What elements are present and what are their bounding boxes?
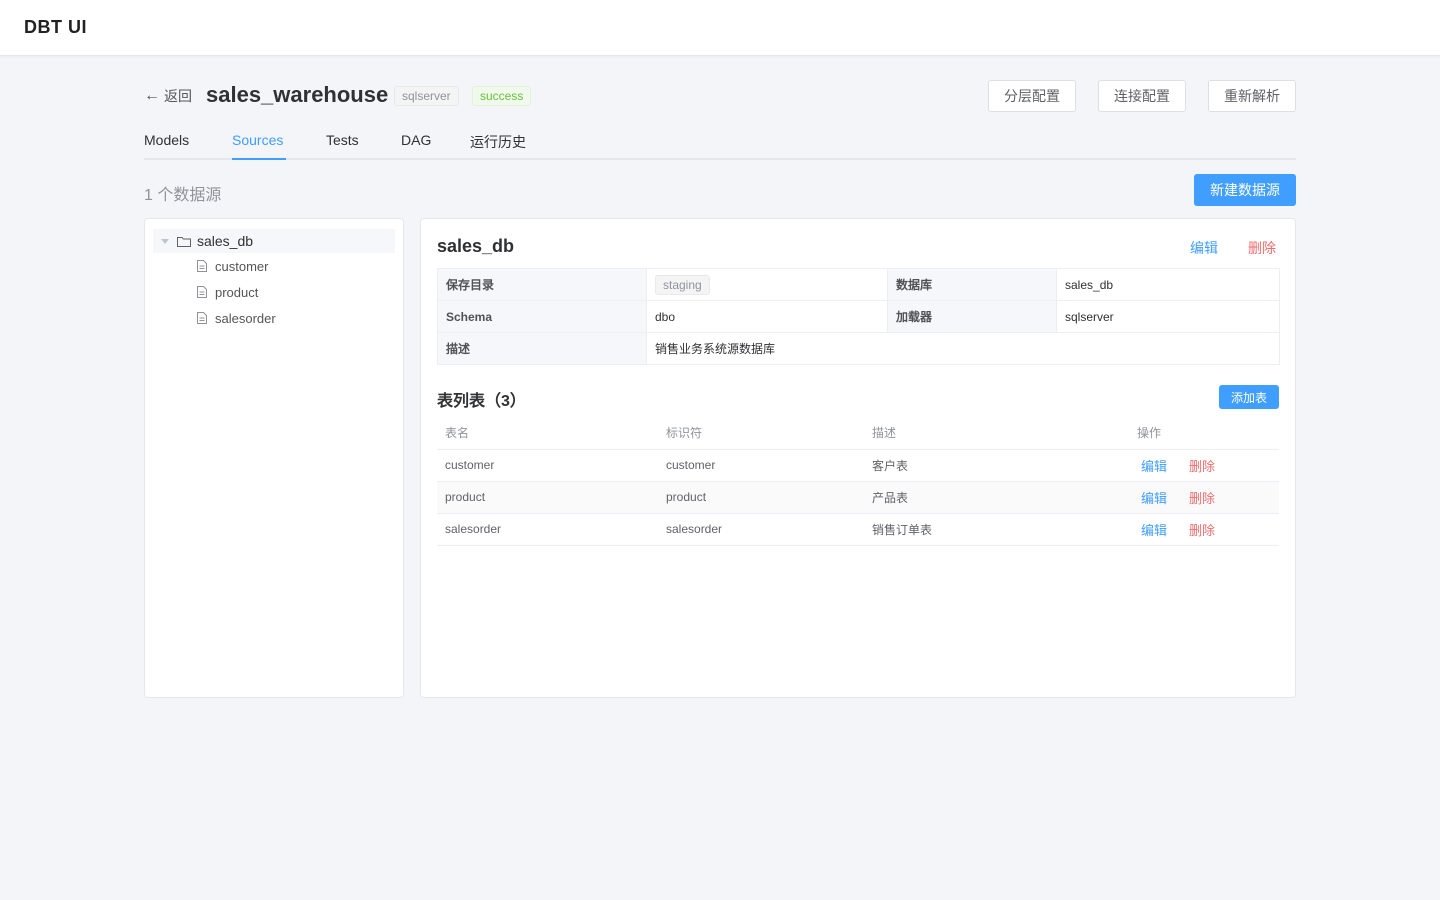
- description-value: 销售业务系统源数据库: [646, 332, 1280, 365]
- edit-row-button[interactable]: 编辑: [1141, 491, 1167, 506]
- table-header-row: 表名 标识符 描述 操作: [437, 417, 1279, 450]
- cell-identifier: customer: [658, 449, 864, 482]
- source-tree-panel: sales_db customer product salesorder: [144, 218, 404, 698]
- reparse-button[interactable]: 重新解析: [1208, 80, 1296, 112]
- database-value: sales_db: [1056, 268, 1280, 301]
- table-row: product product 产品表 编辑 删除: [437, 481, 1279, 514]
- table-row: customer customer 客户表 编辑 删除: [437, 449, 1279, 482]
- connection-config-button[interactable]: 连接配置: [1098, 80, 1186, 112]
- cell-description: 产品表: [864, 481, 1129, 514]
- edit-row-button[interactable]: 编辑: [1141, 523, 1167, 538]
- add-table-button[interactable]: 添加表: [1219, 385, 1279, 409]
- source-count: 1 个数据源: [144, 187, 222, 204]
- source-tables-table: 表名 标识符 描述 操作 customer customer 客户表 编辑 删除 …: [437, 417, 1279, 546]
- new-source-button[interactable]: 新建数据源: [1194, 174, 1296, 206]
- delete-source-button[interactable]: 删除: [1248, 238, 1276, 258]
- delete-row-button[interactable]: 删除: [1189, 459, 1215, 474]
- file-icon: [197, 286, 207, 298]
- cell-description: 客户表: [864, 449, 1129, 482]
- tab-tests[interactable]: Tests: [326, 132, 359, 160]
- layer-config-button[interactable]: 分层配置: [988, 80, 1076, 112]
- column-header-description: 描述: [864, 417, 1129, 450]
- loader-label: 加载器: [887, 300, 1057, 333]
- app-title: DBT UI: [24, 17, 87, 37]
- status-badge: success: [472, 86, 532, 106]
- tree-leaf-product[interactable]: product: [153, 279, 395, 305]
- cell-table-name: product: [437, 481, 658, 514]
- tab-run-history[interactable]: 运行历史: [470, 132, 526, 160]
- tab-dag[interactable]: DAG: [401, 132, 431, 160]
- schema-value: dbo: [646, 300, 888, 333]
- caret-down-icon[interactable]: [161, 238, 169, 244]
- tree-leaf-salesorder[interactable]: salesorder: [153, 305, 395, 331]
- column-header-actions: 操作: [1129, 417, 1279, 450]
- source-title: sales_db: [437, 236, 515, 256]
- cell-identifier: product: [658, 481, 864, 514]
- save-dir-label: 保存目录: [437, 268, 647, 301]
- description-label: 描述: [437, 332, 647, 365]
- back-link[interactable]: ← 返回: [144, 86, 192, 106]
- arrow-left-icon: ←: [144, 87, 160, 104]
- cell-table-name: customer: [437, 449, 658, 482]
- file-icon: [197, 312, 207, 324]
- column-header-identifier: 标识符: [658, 417, 864, 450]
- cell-identifier: salesorder: [658, 513, 864, 546]
- save-dir-tag: staging: [655, 274, 710, 295]
- save-dir-cell: staging: [646, 268, 888, 301]
- file-icon: [197, 260, 207, 272]
- cell-description: 销售订单表: [864, 513, 1129, 546]
- schema-label: Schema: [437, 300, 647, 333]
- delete-row-button[interactable]: 删除: [1189, 523, 1215, 538]
- cell-actions: 编辑 删除: [1129, 513, 1279, 546]
- tab-bar: Models Sources Tests DAG 运行历史: [144, 122, 1296, 160]
- tree-node-label: sales_db: [197, 233, 254, 249]
- column-header-name: 表名: [437, 417, 658, 450]
- cell-actions: 编辑 删除: [1129, 481, 1279, 514]
- loader-value: sqlserver: [1056, 300, 1280, 333]
- source-info-table: 保存目录 staging 数据库 sales_db Schema dbo 加载器…: [437, 268, 1280, 365]
- cell-actions: 编辑 删除: [1129, 449, 1279, 482]
- back-label: 返回: [164, 88, 192, 104]
- tree-leaf-customer[interactable]: customer: [153, 253, 395, 279]
- database-label: 数据库: [887, 268, 1057, 301]
- delete-row-button[interactable]: 删除: [1189, 491, 1215, 506]
- active-tab-indicator: [232, 158, 286, 160]
- edit-row-button[interactable]: 编辑: [1141, 459, 1167, 474]
- project-name: sales_warehouse: [206, 82, 389, 107]
- tree-leaf-label: product: [215, 284, 259, 300]
- edit-source-button[interactable]: 编辑: [1190, 238, 1218, 258]
- tree-leaf-label: salesorder: [215, 310, 276, 326]
- tree-leaf-label: customer: [215, 258, 269, 274]
- tab-models[interactable]: Models: [144, 132, 189, 160]
- tree-children: customer product salesorder: [153, 253, 395, 331]
- app-header: DBT UI: [0, 0, 1440, 56]
- source-detail-panel: sales_db 编辑 删除 保存目录 staging 数据库 sales_db…: [420, 218, 1296, 698]
- cell-table-name: salesorder: [437, 513, 658, 546]
- table-row: salesorder salesorder 销售订单表 编辑 删除: [437, 513, 1279, 546]
- folder-icon: [177, 236, 191, 247]
- tab-sources[interactable]: Sources: [232, 132, 283, 160]
- adapter-tag: sqlserver: [394, 86, 459, 106]
- tables-heading: 表列表（3）: [437, 393, 526, 410]
- tree-node-sales-db[interactable]: sales_db: [153, 229, 395, 253]
